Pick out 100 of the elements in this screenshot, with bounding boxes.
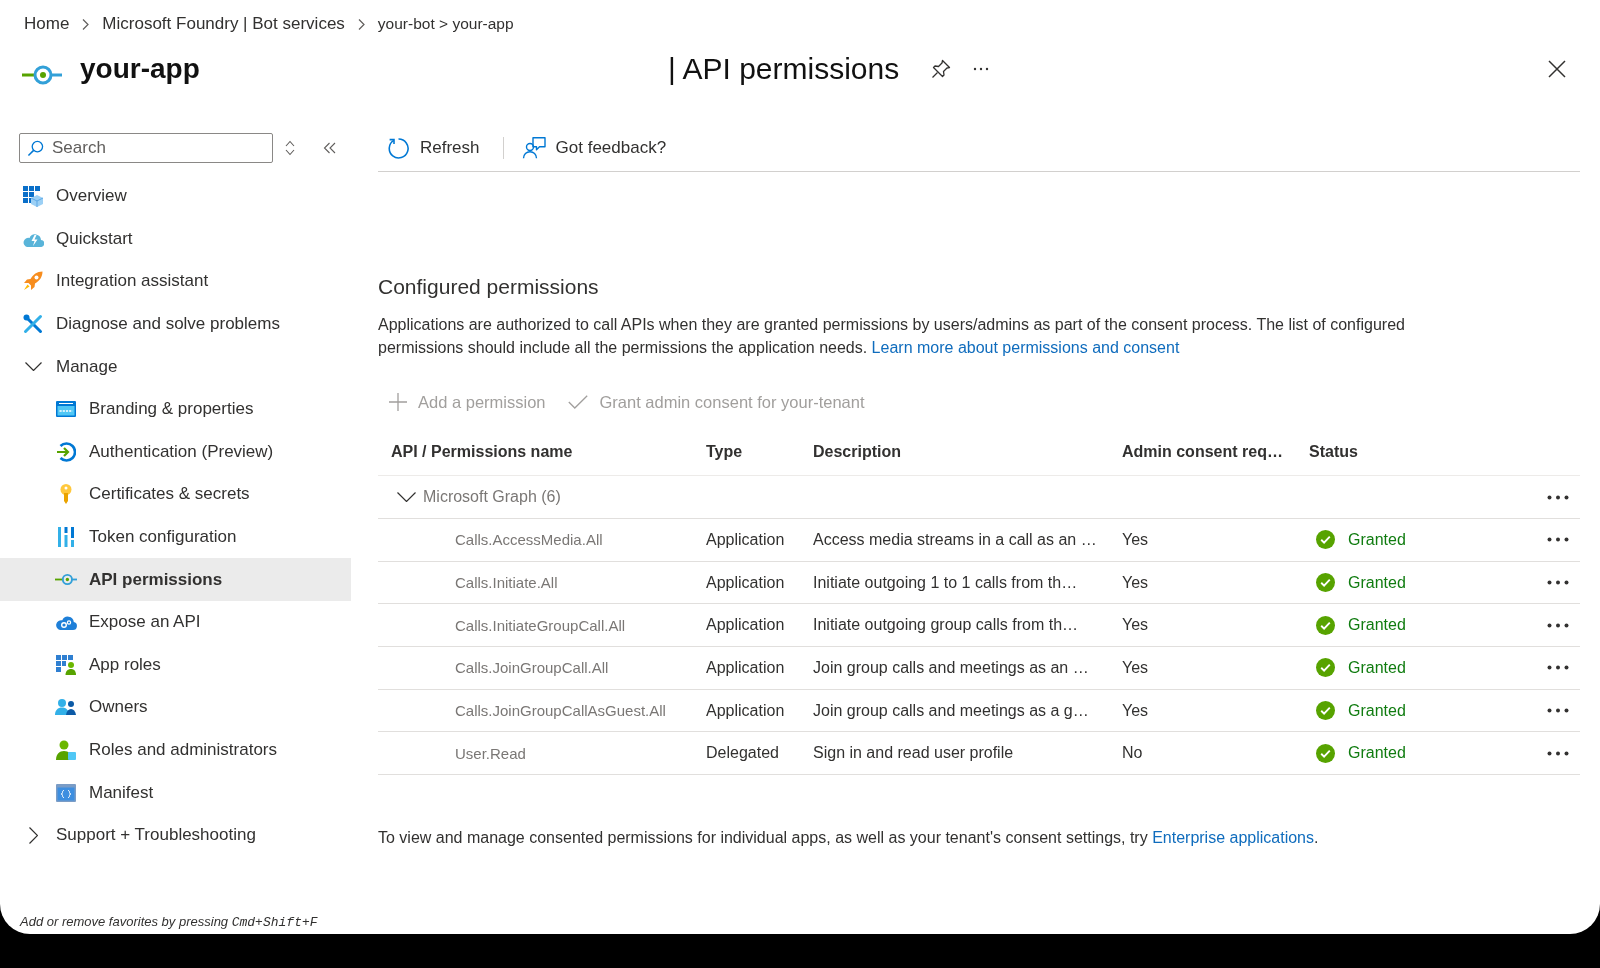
breadcrumb-link[interactable]: Home — [24, 14, 70, 34]
ellipsis-icon[interactable] — [1546, 537, 1569, 543]
key-icon — [60, 484, 72, 505]
ring-connector-icon — [55, 573, 77, 587]
code-braces-icon — [56, 783, 76, 802]
ellipsis-icon[interactable] — [1546, 665, 1569, 671]
dashboard-grid-icon — [23, 185, 43, 207]
nav-item[interactable]: Diagnose and solve problems — [0, 302, 351, 346]
plus-icon — [389, 393, 407, 411]
permission-name: Calls.JoinGroupCallAsGuest.All — [455, 702, 666, 720]
learn-more-link[interactable]: Learn more about permissions and consent — [871, 339, 1180, 356]
nav-item[interactable]: Branding & properties — [0, 387, 351, 431]
description-text: Applications are authorized to call APIs when they are granted permissions by users/admins as part of the consent process. The list of configured permissions should include all the permissions the application needs. Learn more about permissions and consent — [378, 315, 1406, 358]
footer-note: To view and manage consented permissions for individual apps, as well as your tenant's consent settings, try Enterprise applications. — [378, 828, 1320, 849]
nav-item[interactable]: Authentication (Preview) — [0, 430, 351, 474]
sign-in-arrow-icon — [56, 441, 76, 462]
status-text: Granted — [1348, 573, 1406, 592]
refresh-icon — [387, 136, 410, 160]
column-header: Admin consent req… — [1122, 443, 1283, 460]
chevron-right-icon — [357, 18, 365, 30]
nav-item[interactable]: App roles — [0, 643, 351, 687]
ellipsis-icon[interactable] — [1546, 494, 1569, 500]
column-header: Type — [706, 443, 743, 460]
close-icon[interactable] — [1548, 60, 1566, 78]
web-card-icon — [56, 401, 76, 418]
page-title: your-app — [80, 52, 200, 86]
status-text: Granted — [1348, 616, 1406, 635]
favorites-hint: Add or remove favorites by pressing Cmd+Shift+F — [20, 914, 318, 929]
ellipsis-icon[interactable] — [1546, 622, 1569, 628]
permission-name: Calls.JoinGroupCall.All — [455, 659, 609, 677]
nav-item[interactable]: Quickstart — [0, 217, 351, 261]
status-text: Granted — [1348, 701, 1406, 720]
nav-item[interactable]: Roles and administrators — [0, 728, 351, 772]
permission-description: Sign in and read user profile — [813, 744, 1014, 762]
chevron-down-icon[interactable] — [24, 362, 42, 372]
ellipsis-icon[interactable] — [1546, 580, 1569, 586]
permission-description: Initiate outgoing group calls from th… — [813, 616, 1079, 634]
nav-item[interactable]: API permissions — [0, 558, 351, 601]
status-text: Granted — [1348, 658, 1406, 677]
permission-description: Initiate outgoing 1 to 1 calls from th… — [813, 573, 1078, 591]
ellipsis-icon[interactable] — [1546, 708, 1569, 714]
admin-consent-value: Yes — [1122, 573, 1149, 591]
person-badge-icon — [56, 740, 76, 760]
enterprise-apps-link[interactable]: Enterprise applications — [1152, 829, 1314, 847]
nav-item[interactable]: Integration assistant — [0, 260, 351, 303]
admin-consent-value: Yes — [1122, 616, 1149, 634]
ellipsis-icon[interactable] — [1546, 750, 1569, 756]
check-circle-icon — [1316, 743, 1335, 763]
check-circle-icon — [1316, 658, 1335, 678]
permission-description: Join group calls and meetings as a g… — [813, 701, 1089, 719]
permission-type: Application — [706, 701, 785, 719]
section-heading: Configured permissions — [378, 274, 600, 300]
nav-item[interactable]: Owners — [0, 686, 351, 729]
group-label: Microsoft Graph (6) — [423, 488, 561, 506]
permission-type: Application — [706, 530, 785, 548]
permission-name: User.Read — [455, 744, 526, 762]
people-icon — [55, 698, 77, 717]
checkmark-icon — [568, 395, 589, 409]
permission-type: Delegated — [706, 744, 779, 762]
chevron-down-icon[interactable] — [397, 492, 416, 502]
grid-person-icon — [56, 654, 76, 675]
ellipsis-icon[interactable] — [973, 67, 990, 71]
status-text: Granted — [1348, 530, 1406, 549]
bars-icon — [58, 527, 74, 548]
permission-type: Application — [706, 658, 785, 676]
permission-name: Calls.InitiateGroupCall.All — [455, 616, 626, 634]
nav-item[interactable]: Overview — [0, 175, 351, 218]
nav-item[interactable]: Manifest — [0, 771, 351, 814]
search-icon — [27, 140, 44, 157]
nav-item[interactable]: Expose an API — [0, 600, 351, 644]
check-circle-icon — [1316, 615, 1335, 635]
rocket-icon — [23, 271, 43, 292]
sort-icon[interactable] — [285, 140, 295, 156]
pin-icon[interactable] — [931, 59, 952, 79]
nav-item[interactable]: Certificates & secrets — [0, 473, 351, 516]
admin-consent-value: No — [1122, 744, 1143, 762]
cloud-gears-icon — [55, 614, 77, 631]
search-field[interactable]: Search — [19, 133, 273, 163]
nav-group-header[interactable]: Support + Troubleshooting — [0, 813, 351, 857]
permission-description: Join group calls and meetings as an … — [813, 658, 1089, 676]
check-circle-icon — [1316, 701, 1335, 721]
chevron-right-icon — [82, 18, 90, 30]
nav-group-header[interactable]: Manage — [0, 345, 351, 388]
column-header: Description — [813, 443, 901, 460]
ring-connector-icon — [22, 63, 62, 87]
toolbar-button[interactable]: Refresh — [378, 132, 490, 164]
admin-consent-value: Yes — [1122, 530, 1149, 548]
check-circle-icon — [1316, 530, 1335, 550]
double-chevron-left-icon[interactable] — [323, 142, 336, 154]
breadcrumb-link[interactable]: Microsoft Foundry | Bot services — [102, 14, 345, 34]
toolbar-button[interactable]: Got feedback? — [512, 132, 677, 164]
permission-description: Access media streams in a call as an … — [813, 530, 1097, 548]
permission-type: Application — [706, 573, 785, 591]
person-speech-bubble-icon — [521, 137, 546, 159]
chevron-right-icon[interactable] — [28, 826, 38, 844]
status-text: Granted — [1348, 744, 1406, 763]
column-header: API / Permissions name — [391, 443, 573, 460]
nav-item[interactable]: Token configuration — [0, 515, 351, 559]
breadcrumb-link[interactable]: your-bot > your-app — [377, 15, 514, 33]
page-subtitle: | API permissions — [668, 51, 900, 87]
